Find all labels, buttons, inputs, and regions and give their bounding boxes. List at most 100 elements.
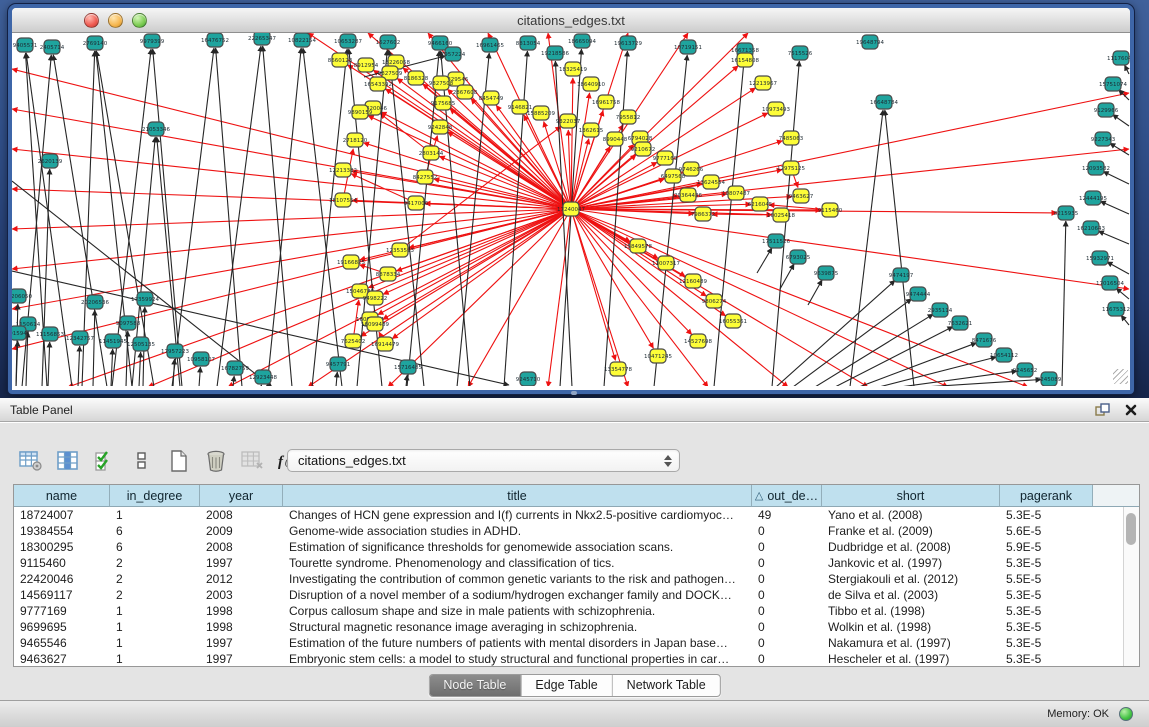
network-node[interactable]: 2803144 — [419, 146, 444, 160]
table-selector-dropdown[interactable]: citations_edges.txt — [287, 449, 680, 472]
table-cell[interactable]: Yano et al. (2008) — [822, 507, 1000, 523]
table-cell[interactable]: 0 — [752, 619, 822, 635]
network-node[interactable]: 12213967 — [749, 76, 777, 90]
network-node[interactable]: 10654112 — [990, 348, 1018, 362]
network-node[interactable]: 1527602 — [376, 35, 401, 49]
table-cell[interactable]: 1 — [110, 603, 200, 619]
network-node[interactable]: 2769140 — [83, 36, 108, 50]
table-cell[interactable]: Tibbo et al. (1998) — [822, 603, 1000, 619]
table-cell[interactable]: 18724007 — [14, 507, 110, 523]
table-cell[interactable]: 5.3E-5 — [1000, 507, 1093, 523]
network-node[interactable]: 9245089 — [1037, 372, 1062, 386]
table-cell[interactable]: 1 — [110, 651, 200, 667]
network-node[interactable]: 9245710 — [516, 372, 541, 386]
network-window-titlebar[interactable]: citations_edges.txt — [12, 8, 1130, 33]
network-node[interactable]: 7955812 — [616, 110, 641, 124]
network-node[interactable]: 13354778 — [604, 362, 632, 376]
network-node[interactable]: 15716485 — [394, 360, 422, 374]
table-cell[interactable]: 1997 — [200, 635, 283, 651]
table-cell[interactable]: 2012 — [200, 571, 283, 587]
network-node[interactable]: 8912954 — [354, 58, 379, 72]
table-cell[interactable]: Stergiakouli et al. (2012) — [822, 571, 1000, 587]
network-node[interactable]: 16961465 — [476, 38, 504, 52]
network-node[interactable]: 11451945 — [99, 334, 127, 348]
table-cell[interactable]: Wolkin et al. (1998) — [822, 619, 1000, 635]
table-row[interactable]: 1456911722003Disruption of a novel membe… — [14, 587, 1139, 603]
row-height-icon[interactable] — [129, 448, 155, 474]
table-cell[interactable]: 5.3E-5 — [1000, 603, 1093, 619]
table-cell[interactable]: 1997 — [200, 555, 283, 571]
network-node[interactable]: 12505135 — [127, 337, 155, 351]
table-cell[interactable]: 9777169 — [14, 603, 110, 619]
network-node[interactable]: 11156853 — [36, 327, 64, 341]
network-node[interactable]: 22265347 — [248, 33, 276, 45]
network-node[interactable]: 16154808 — [731, 53, 759, 67]
table-cell[interactable]: 2008 — [200, 539, 283, 555]
table-cell[interactable]: 9699695 — [14, 619, 110, 635]
table-cell[interactable]: Franke et al. (2009) — [822, 523, 1000, 539]
table-cell[interactable]: 5.3E-5 — [1000, 651, 1093, 667]
network-node[interactable]: 18325419 — [559, 62, 587, 76]
network-node[interactable]: 9463627 — [789, 189, 814, 203]
network-node[interactable]: 16961758 — [592, 95, 620, 109]
column-header-short[interactable]: short — [822, 485, 1000, 507]
table-row[interactable]: 1872400712008Changes of HCN gene express… — [14, 507, 1139, 523]
network-node[interactable]: 16648784 — [870, 95, 898, 109]
network-node[interactable]: 10807487 — [722, 186, 750, 200]
column-header-out_de[interactable]: △out_de… — [752, 485, 822, 507]
table-cell[interactable]: 0 — [752, 603, 822, 619]
table-row[interactable]: 946362711997Embryonic stem cells: a mode… — [14, 651, 1139, 667]
table-cell[interactable]: 1998 — [200, 603, 283, 619]
network-node[interactable]: 13624554 — [697, 175, 725, 189]
network-node[interactable]: 2405714 — [40, 40, 65, 54]
table-scrollbar[interactable] — [1123, 507, 1139, 667]
table-cell[interactable]: 22420046 — [14, 571, 110, 587]
table-cell[interactable]: Tourette syndrome. Phenomenology and cla… — [283, 555, 752, 571]
close-panel-icon[interactable] — [1121, 401, 1141, 419]
network-node[interactable]: 8215935 — [1054, 206, 1079, 220]
network-node[interactable]: 7485063 — [779, 131, 804, 145]
network-node[interactable]: 9245652 — [1013, 363, 1038, 377]
table-cell[interactable]: Disruption of a novel member of a sodium… — [283, 587, 752, 603]
network-node[interactable]: 8471676 — [972, 333, 997, 347]
table-cell[interactable]: 2009 — [200, 523, 283, 539]
network-node[interactable]: 11675312 — [1102, 302, 1130, 316]
network-node[interactable]: 10822154 — [288, 33, 316, 47]
tab-node-table[interactable]: Node Table — [429, 675, 521, 696]
network-node[interactable]: 9639875 — [814, 266, 839, 280]
table-cell[interactable]: Structural magnetic resonance image aver… — [283, 619, 752, 635]
network-node[interactable]: 9457791 — [326, 357, 351, 371]
delete-table-icon[interactable] — [240, 448, 266, 474]
table-row[interactable]: 1938455462009Genome-wide association stu… — [14, 523, 1139, 539]
table-cell[interactable]: Dudbridge et al. (2008) — [822, 539, 1000, 555]
table-cell[interactable]: 5.3E-5 — [1000, 555, 1093, 571]
network-node[interactable]: 19613729 — [614, 36, 642, 50]
network-node[interactable]: 18107554 — [329, 193, 357, 207]
table-cell[interactable]: 5.9E-5 — [1000, 539, 1093, 555]
network-node[interactable]: 16055361 — [719, 314, 747, 328]
table-cell[interactable]: Estimation of the future numbers of pati… — [283, 635, 752, 651]
table-cell[interactable]: 9115460 — [14, 555, 110, 571]
table-cell[interactable]: 0 — [752, 571, 822, 587]
table-cell[interactable]: 1997 — [200, 651, 283, 667]
table-cell[interactable]: 6 — [110, 539, 200, 555]
tab-edge-table[interactable]: Edge Table — [521, 675, 612, 696]
network-node[interactable]: 9115460 — [818, 203, 843, 217]
table-cell[interactable]: 0 — [752, 651, 822, 667]
table-cell[interactable]: Jankovic et al. (1997) — [822, 555, 1000, 571]
node-table[interactable]: namein_degreeyeartitle△out_de…shortpager… — [13, 484, 1140, 667]
table-cell[interactable]: Investigating the contribution of common… — [283, 571, 752, 587]
table-cell[interactable]: 9465546 — [14, 635, 110, 651]
memory-ok-indicator[interactable] — [1119, 707, 1133, 721]
network-node[interactable]: 2867608 — [453, 85, 478, 99]
table-row[interactable]: 977716911998Corpus callosum shape and si… — [14, 603, 1139, 619]
network-node[interactable]: 20364436 — [674, 188, 702, 202]
network-node[interactable]: 18640910 — [577, 77, 605, 91]
network-node[interactable]: 8813054 — [516, 36, 541, 50]
network-node[interactable]: 8990448 — [603, 132, 628, 146]
table-row[interactable]: 946554611997Estimation of the future num… — [14, 635, 1139, 651]
scrollbar-thumb[interactable] — [1126, 513, 1136, 545]
show-columns-icon[interactable] — [55, 448, 81, 474]
table-cell[interactable]: 14569117 — [14, 587, 110, 603]
float-window-icon[interactable] — [1093, 401, 1113, 419]
